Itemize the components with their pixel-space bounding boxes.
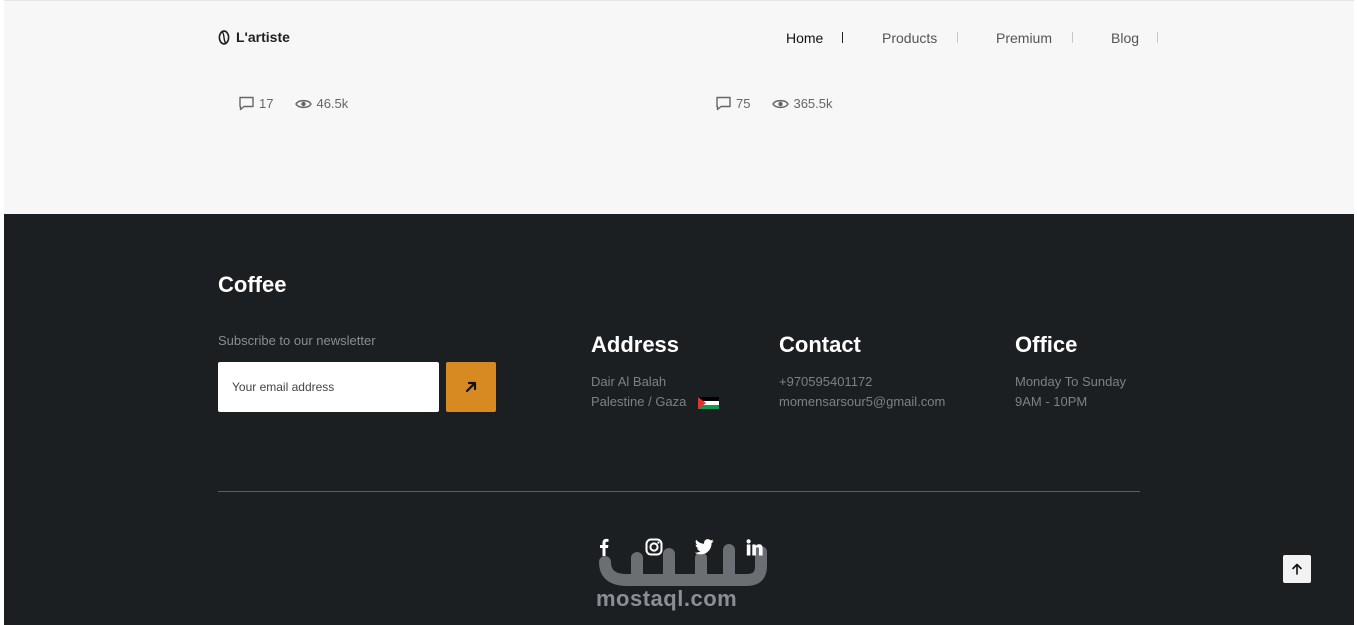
newsletter-submit-button[interactable] xyxy=(446,362,496,412)
arrow-up-right-icon xyxy=(465,381,477,393)
view-count: 365.5k xyxy=(793,96,833,111)
office-days: Monday To Sunday xyxy=(1015,374,1127,389)
eye-icon xyxy=(295,99,313,108)
linkedin-icon xyxy=(746,538,763,555)
contact-title: Contact xyxy=(779,332,861,357)
twitter-link[interactable] xyxy=(694,537,714,557)
comment-icon xyxy=(239,96,254,111)
palestine-flag-icon xyxy=(698,396,720,409)
nav-separator xyxy=(842,32,843,43)
twitter-icon xyxy=(694,539,714,555)
main-nav: Home Products Premium Blog xyxy=(4,30,1354,50)
office-hours: 9AM - 10PM xyxy=(1015,394,1088,409)
nav-item-premium[interactable]: Premium xyxy=(996,30,1052,46)
post-views: 365.5k xyxy=(772,96,833,111)
post-meta: 17 46.5k xyxy=(238,96,370,111)
address-line-2-text: Palestine / Gaza xyxy=(591,394,687,409)
mostaql-watermark-logo xyxy=(599,544,767,586)
watermark-text: mostaql.com xyxy=(596,586,738,611)
newsletter-label: Subscribe to our newsletter xyxy=(218,333,376,348)
address-title: Address xyxy=(591,332,680,357)
linkedin-link[interactable] xyxy=(744,537,764,557)
comment-count: 17 xyxy=(259,96,274,111)
instagram-icon xyxy=(645,538,663,556)
nav-separator xyxy=(1072,32,1073,43)
post-comments[interactable]: 75 xyxy=(715,96,750,111)
facebook-link[interactable] xyxy=(594,537,614,557)
post-meta: 75 365.5k xyxy=(715,96,855,111)
office-title: Office xyxy=(1015,332,1078,357)
post-comments[interactable]: 17 xyxy=(238,96,273,111)
nav-separator xyxy=(1157,32,1158,43)
address-line-1: Dair Al Balah xyxy=(591,374,667,389)
nav-item-blog[interactable]: Blog xyxy=(1111,30,1139,46)
site-footer: Coffee Subscribe to our newsletter Addre… xyxy=(4,214,1354,625)
comment-icon xyxy=(716,96,731,111)
comment-count: 75 xyxy=(736,96,751,111)
nav-item-home[interactable]: Home xyxy=(786,30,823,46)
newsletter-email-input[interactable] xyxy=(218,362,439,412)
page-content-area: L'artiste Home Products Premium Blog 17 … xyxy=(4,0,1354,214)
footer-brand: Coffee xyxy=(218,272,287,297)
eye-icon xyxy=(772,99,790,108)
instagram-link[interactable] xyxy=(644,537,664,557)
contact-email[interactable]: momensarsour5@gmail.com xyxy=(779,394,945,409)
nav-item-products[interactable]: Products xyxy=(882,30,937,46)
arrow-up-icon xyxy=(1292,563,1302,575)
address-line-2: Palestine / Gaza xyxy=(591,394,720,409)
back-to-top-button[interactable] xyxy=(1283,555,1311,583)
view-count: 46.5k xyxy=(316,96,349,111)
contact-phone[interactable]: +970595401172 xyxy=(779,374,872,389)
post-views: 46.5k xyxy=(295,96,348,111)
footer-divider xyxy=(218,491,1140,492)
facebook-icon xyxy=(600,538,609,556)
nav-separator xyxy=(957,32,958,43)
